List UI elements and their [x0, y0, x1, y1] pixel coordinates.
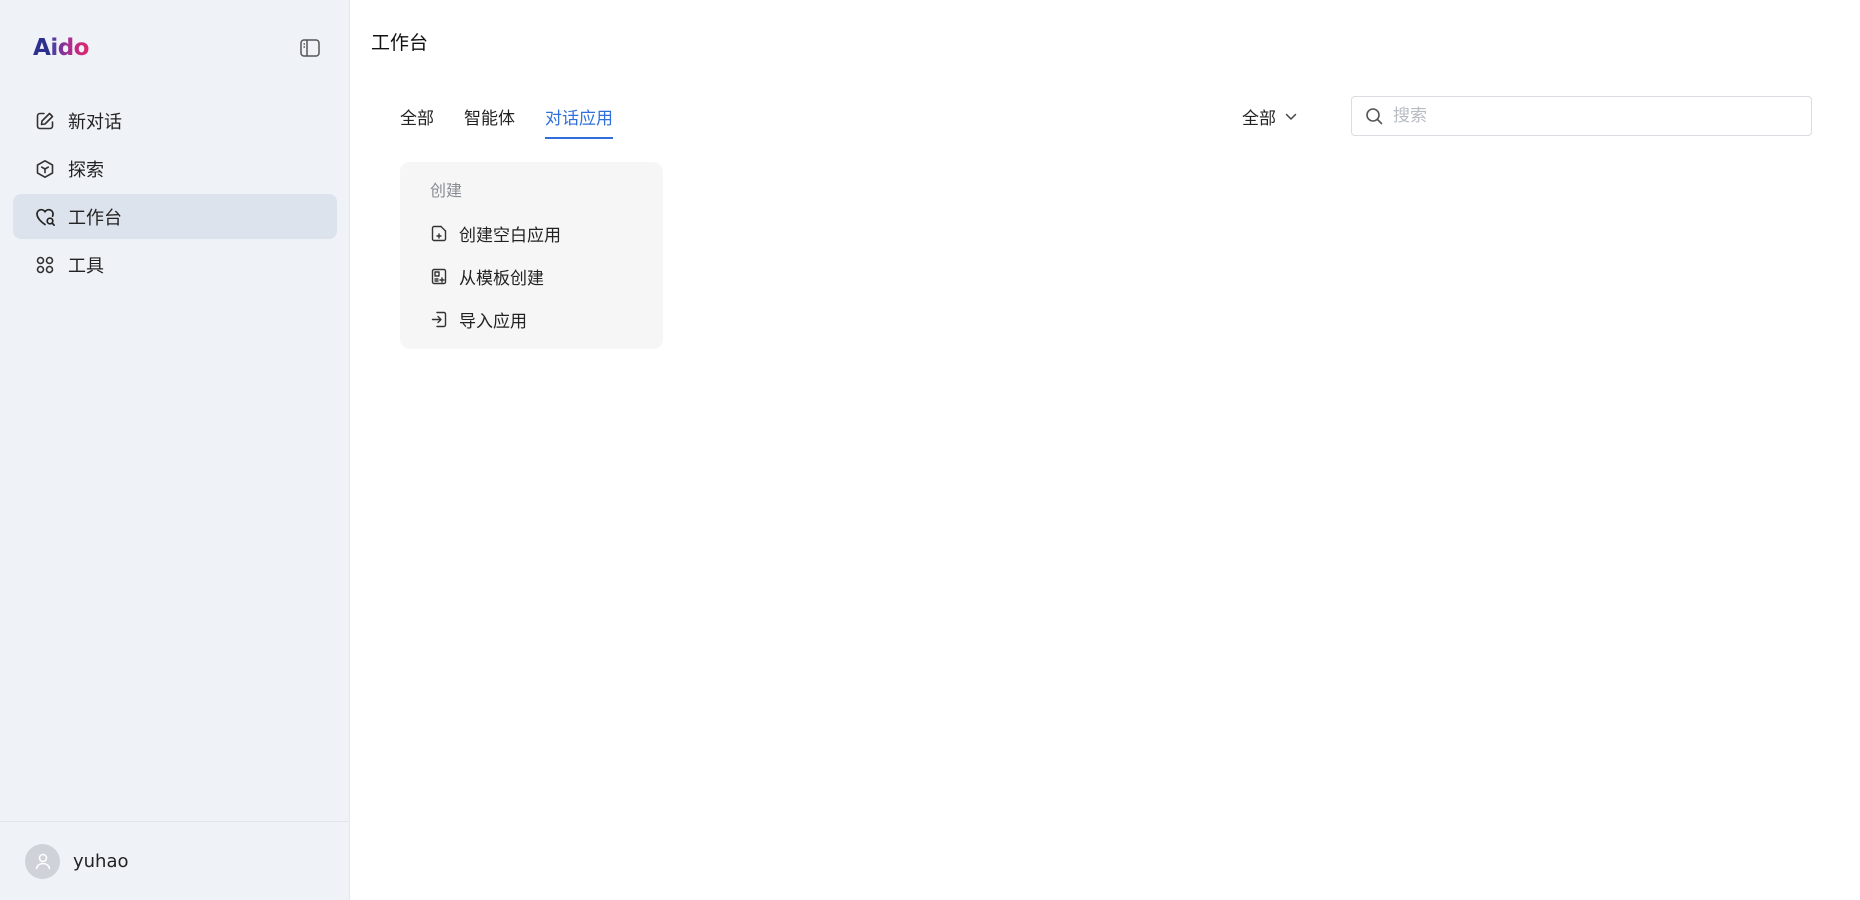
avatar	[25, 843, 60, 879]
sidebar-item-label: 新对话	[68, 111, 122, 133]
filter-select-value: 全部	[1242, 109, 1276, 129]
sidebar-item-workspace[interactable]: 工作台	[13, 194, 337, 239]
user-profile[interactable]: yuhao	[0, 821, 349, 900]
logo-row: Aido	[33, 30, 323, 66]
grid-icon	[33, 253, 57, 277]
create-card-items: 创建空白应用 从模板创建 导入应用	[430, 212, 561, 341]
import-icon	[430, 311, 448, 329]
logo-first-letter: A	[33, 35, 51, 61]
username: yuhao	[73, 850, 129, 872]
chevron-down-icon	[1285, 113, 1297, 121]
create-blank-app-label: 创建空白应用	[459, 226, 561, 246]
main-content: 工作台 全部 智能体 对话应用 全部 创建	[350, 0, 1860, 900]
sidebar-item-label: 工具	[68, 255, 104, 277]
page-title: 工作台	[371, 32, 429, 54]
logo-rest: ido	[50, 35, 89, 61]
import-app-label: 导入应用	[459, 312, 527, 332]
create-from-template-button[interactable]: 从模板创建	[430, 255, 561, 298]
cube-icon	[33, 157, 57, 181]
search-input[interactable]	[1391, 105, 1791, 127]
app-root: Aido 新对话 探索 工作台 工具 yuhao 工作台 全部 智能体 对话应用…	[0, 0, 1860, 900]
tab-chat-apps[interactable]: 对话应用	[545, 104, 613, 139]
sidebar-item-new-chat[interactable]: 新对话	[13, 98, 337, 143]
sidebar-item-explore[interactable]: 探索	[13, 146, 337, 191]
tab-agents[interactable]: 智能体	[464, 104, 515, 139]
sidebar-collapse-icon	[300, 39, 320, 57]
create-card-title: 创建	[430, 181, 463, 200]
create-card: 创建 创建空白应用 从模板创建 导入应用	[400, 162, 663, 349]
sidebar-item-label: 工作台	[68, 207, 122, 229]
user-icon	[35, 853, 50, 870]
logo[interactable]: Aido	[33, 35, 89, 61]
tab-bar: 全部 智能体 对话应用	[400, 104, 643, 139]
tab-all[interactable]: 全部	[400, 104, 434, 139]
search-icon	[1366, 108, 1383, 125]
search-box[interactable]	[1351, 96, 1812, 136]
edit-icon	[33, 109, 57, 133]
import-app-button[interactable]: 导入应用	[430, 298, 561, 341]
sidebar-nav: 新对话 探索 工作台 工具	[13, 98, 337, 290]
create-from-template-label: 从模板创建	[459, 269, 544, 289]
sidebar-item-tools[interactable]: 工具	[13, 242, 337, 287]
heart-search-icon	[33, 205, 57, 229]
sidebar-collapse-button[interactable]	[297, 35, 323, 61]
sidebar: Aido 新对话 探索 工作台 工具 yuhao	[0, 0, 350, 900]
template-icon	[430, 268, 448, 286]
sidebar-item-label: 探索	[68, 159, 104, 181]
file-plus-icon	[430, 225, 448, 243]
filter-select[interactable]: 全部	[1242, 104, 1297, 129]
create-blank-app-button[interactable]: 创建空白应用	[430, 212, 561, 255]
